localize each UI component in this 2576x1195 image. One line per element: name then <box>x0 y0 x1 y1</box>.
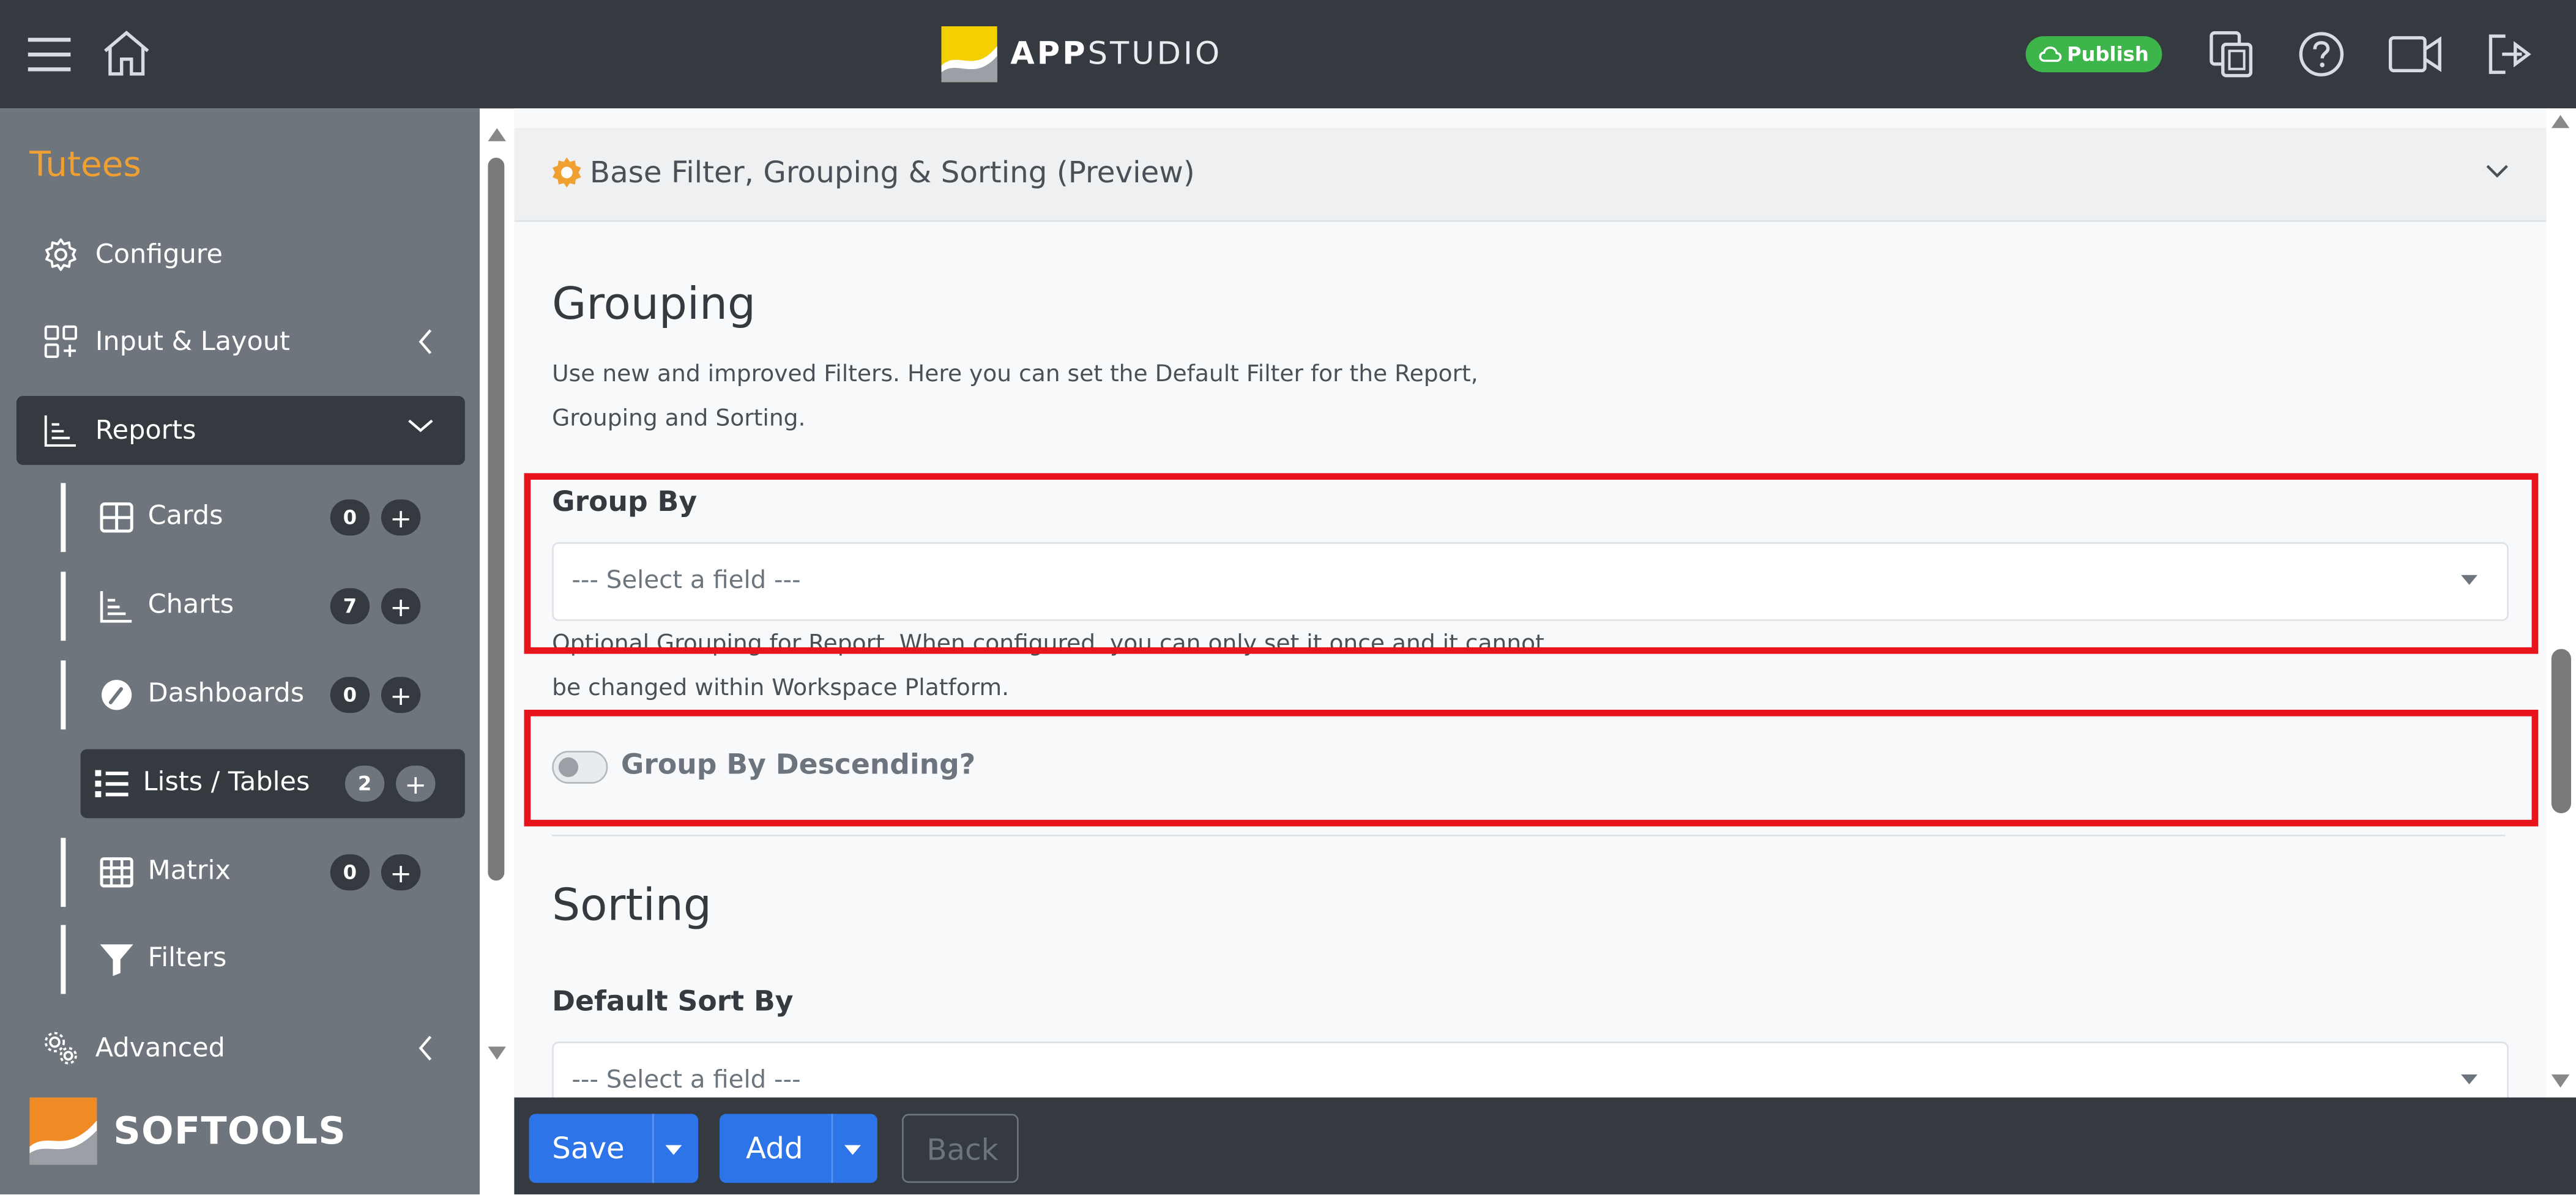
chevron-left-icon <box>419 329 432 354</box>
scroll-down-arrow-icon[interactable] <box>488 1046 506 1060</box>
sidebar-subitem-label: Matrix <box>147 854 231 886</box>
accordion-header[interactable]: Base Filter, Grouping & Sorting (Preview… <box>514 128 2547 222</box>
copy-icon[interactable] <box>2208 29 2254 79</box>
home-icon[interactable] <box>100 28 153 78</box>
back-label: Back <box>926 1133 999 1169</box>
softools-brand: SOFTOOLS <box>29 1097 347 1165</box>
sidebar-item-input-layout[interactable]: Input & Layout <box>17 307 465 376</box>
back-button[interactable]: Back <box>902 1114 1019 1183</box>
list-icon <box>95 770 128 797</box>
publish-label: Publish <box>2066 42 2149 66</box>
top-bar: APPSTUDIO Publish <box>0 0 2576 109</box>
default-sort-by-label: Default Sort By <box>552 986 794 1019</box>
save-button[interactable]: Save <box>529 1114 699 1183</box>
add-chart-button[interactable]: + <box>381 588 421 625</box>
add-matrix-button[interactable]: + <box>381 854 421 891</box>
sidebar-scroll-thumb[interactable] <box>488 157 505 881</box>
sidebar-subitem-label: Lists / Tables <box>143 765 310 797</box>
chevron-down-icon[interactable] <box>2484 163 2511 179</box>
sorting-heading: Sorting <box>552 880 712 932</box>
add-dashboard-button[interactable]: + <box>381 677 421 713</box>
logout-icon[interactable] <box>2485 33 2535 76</box>
sidebar-item-label: Reports <box>95 414 196 445</box>
footer-toolbar: Save Add Back <box>514 1097 2576 1194</box>
sidebar-subitem-label: Charts <box>147 588 234 620</box>
add-button[interactable]: Add <box>720 1114 877 1183</box>
cloud-icon <box>2039 47 2062 62</box>
publish-button[interactable]: Publish <box>2025 36 2162 73</box>
save-label: Save <box>552 1131 625 1167</box>
video-camera-icon[interactable] <box>2388 34 2443 73</box>
scroll-up-arrow-icon[interactable] <box>2551 114 2570 128</box>
table-icon <box>100 857 133 888</box>
highlight-group-by <box>524 473 2539 654</box>
sidebar-subitem-label: Dashboards <box>147 677 305 709</box>
chevron-down-icon <box>844 1145 861 1155</box>
sidebar-item-advanced[interactable]: Advanced <box>17 1014 465 1083</box>
scroll-up-arrow-icon[interactable] <box>488 128 506 141</box>
add-list-button[interactable]: + <box>396 765 436 802</box>
sort-by-placeholder: --- Select a field --- <box>571 1064 801 1095</box>
grouping-description: Use new and improved Filters. Here you c… <box>552 361 1478 433</box>
count-badge: 0 <box>330 854 370 891</box>
hamburger-menu-icon[interactable] <box>28 34 71 73</box>
sidebar-subitem-filters[interactable]: Filters <box>61 925 470 994</box>
brand-bold-text: APP <box>1010 36 1088 73</box>
appstudio-logo-icon <box>941 26 997 83</box>
add-label: Add <box>745 1131 803 1167</box>
brand-name: SOFTOOLS <box>113 1109 347 1153</box>
gear-icon <box>553 157 581 188</box>
gear-icon <box>45 238 76 271</box>
sidebar-item-reports[interactable]: Reports <box>16 396 465 465</box>
sidebar-subitem-label: Cards <box>147 499 223 531</box>
brand-light-text: STUDIO <box>1087 36 1223 73</box>
sidebar-subitem-label: Filters <box>147 941 227 973</box>
chart-icon <box>100 591 132 623</box>
gears-icon <box>44 1032 77 1065</box>
count-badge: 0 <box>330 677 370 713</box>
grouping-heading: Grouping <box>552 279 756 330</box>
bar-chart-icon <box>44 415 76 447</box>
softools-logo-icon <box>29 1097 97 1165</box>
chevron-left-icon <box>419 1035 432 1061</box>
sidebar-item-label: Input & Layout <box>95 325 290 357</box>
dropdown-caret-icon <box>2461 1074 2477 1085</box>
sidebar-subitem-charts[interactable]: Charts 7 + <box>61 571 470 641</box>
sidebar-item-label: Configure <box>95 238 223 270</box>
layout-grid-icon <box>44 325 77 359</box>
filter-icon <box>100 944 133 977</box>
chevron-down-icon <box>665 1145 682 1155</box>
help-icon[interactable] <box>2298 31 2344 77</box>
main-scroll-thumb[interactable] <box>2551 649 2572 814</box>
sidebar-item-label: Advanced <box>95 1032 225 1063</box>
section-divider <box>552 834 2506 836</box>
gauge-icon <box>102 680 132 710</box>
sidebar-subitem-lists-tables[interactable]: Lists / Tables 2 + <box>80 749 465 819</box>
main-scrollbar[interactable] <box>2546 108 2576 1098</box>
app-title: Tutees <box>29 144 141 184</box>
appstudio-logo: APPSTUDIO <box>941 26 1223 83</box>
highlight-group-by-descending <box>524 709 2539 827</box>
count-badge: 2 <box>344 765 385 802</box>
add-card-button[interactable]: + <box>381 499 421 536</box>
count-badge: 0 <box>330 499 370 536</box>
count-badge: 7 <box>330 588 370 625</box>
default-sort-by-select[interactable]: --- Select a field --- <box>552 1041 2509 1098</box>
scroll-down-arrow-icon[interactable] <box>2551 1074 2570 1088</box>
sidebar-subitem-cards[interactable]: Cards 0 + <box>61 483 470 553</box>
sidebar-subitem-dashboards[interactable]: Dashboards 0 + <box>61 660 470 730</box>
chevron-down-icon <box>408 419 433 433</box>
accordion-title: Base Filter, Grouping & Sorting (Preview… <box>589 156 1195 191</box>
sidebar-subitem-matrix[interactable]: Matrix 0 + <box>61 838 470 907</box>
cards-grid-icon <box>100 502 133 533</box>
sidebar-item-configure[interactable]: Configure <box>17 220 465 289</box>
